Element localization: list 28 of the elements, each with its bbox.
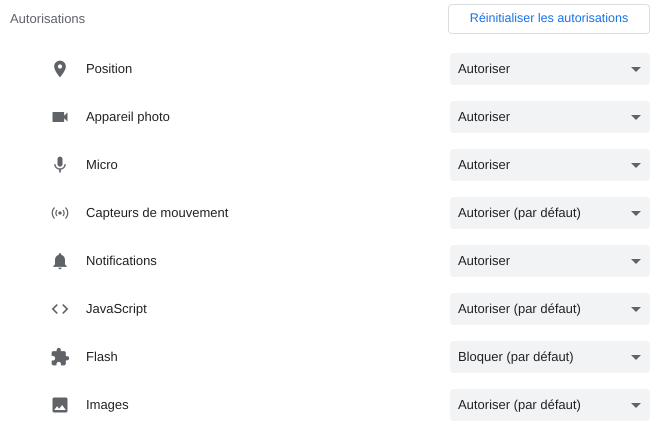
dropdown-arrow-icon [631,258,641,264]
permission-label: Notifications [86,252,158,270]
dropdown-arrow-icon [631,210,641,216]
reset-button[interactable]: Réinitialiser les autorisations [448,4,650,34]
permission-dropdown[interactable]: Autoriser [450,149,650,181]
permission-dropdown[interactable]: Bloquer (par défaut) [450,341,650,373]
dropdown-arrow-icon [631,354,641,360]
permission-label: Flash [86,348,119,366]
permission-dropdown[interactable]: Autoriser [450,101,650,133]
dropdown-arrow-icon [631,114,641,120]
dropdown-arrow-icon [631,306,641,312]
permission-label: Images [86,396,130,414]
permission-label: Appareil photo [86,108,171,126]
permission-dropdown[interactable]: Autoriser (par défaut) [450,389,650,421]
permission-label: Position [86,60,134,78]
dropdown-arrow-icon [631,162,641,168]
permission-label: Capteurs de mouvement [86,204,230,222]
dropdown-arrow-icon [631,402,641,408]
dropdown-arrow-icon [631,66,641,72]
permission-dropdown[interactable]: Autoriser [450,245,650,277]
puzzle-piece-icon [50,347,70,367]
permission-label: Micro [86,156,119,174]
image-icon [50,395,70,415]
permission-dropdown[interactable]: Autoriser [450,53,650,85]
permission-dropdown[interactable]: Autoriser (par défaut) [450,197,650,229]
permission-label: JavaScript [86,300,148,318]
permission-dropdown[interactable]: Autoriser (par défaut) [450,293,650,325]
section-title: Autorisations [10,10,86,28]
